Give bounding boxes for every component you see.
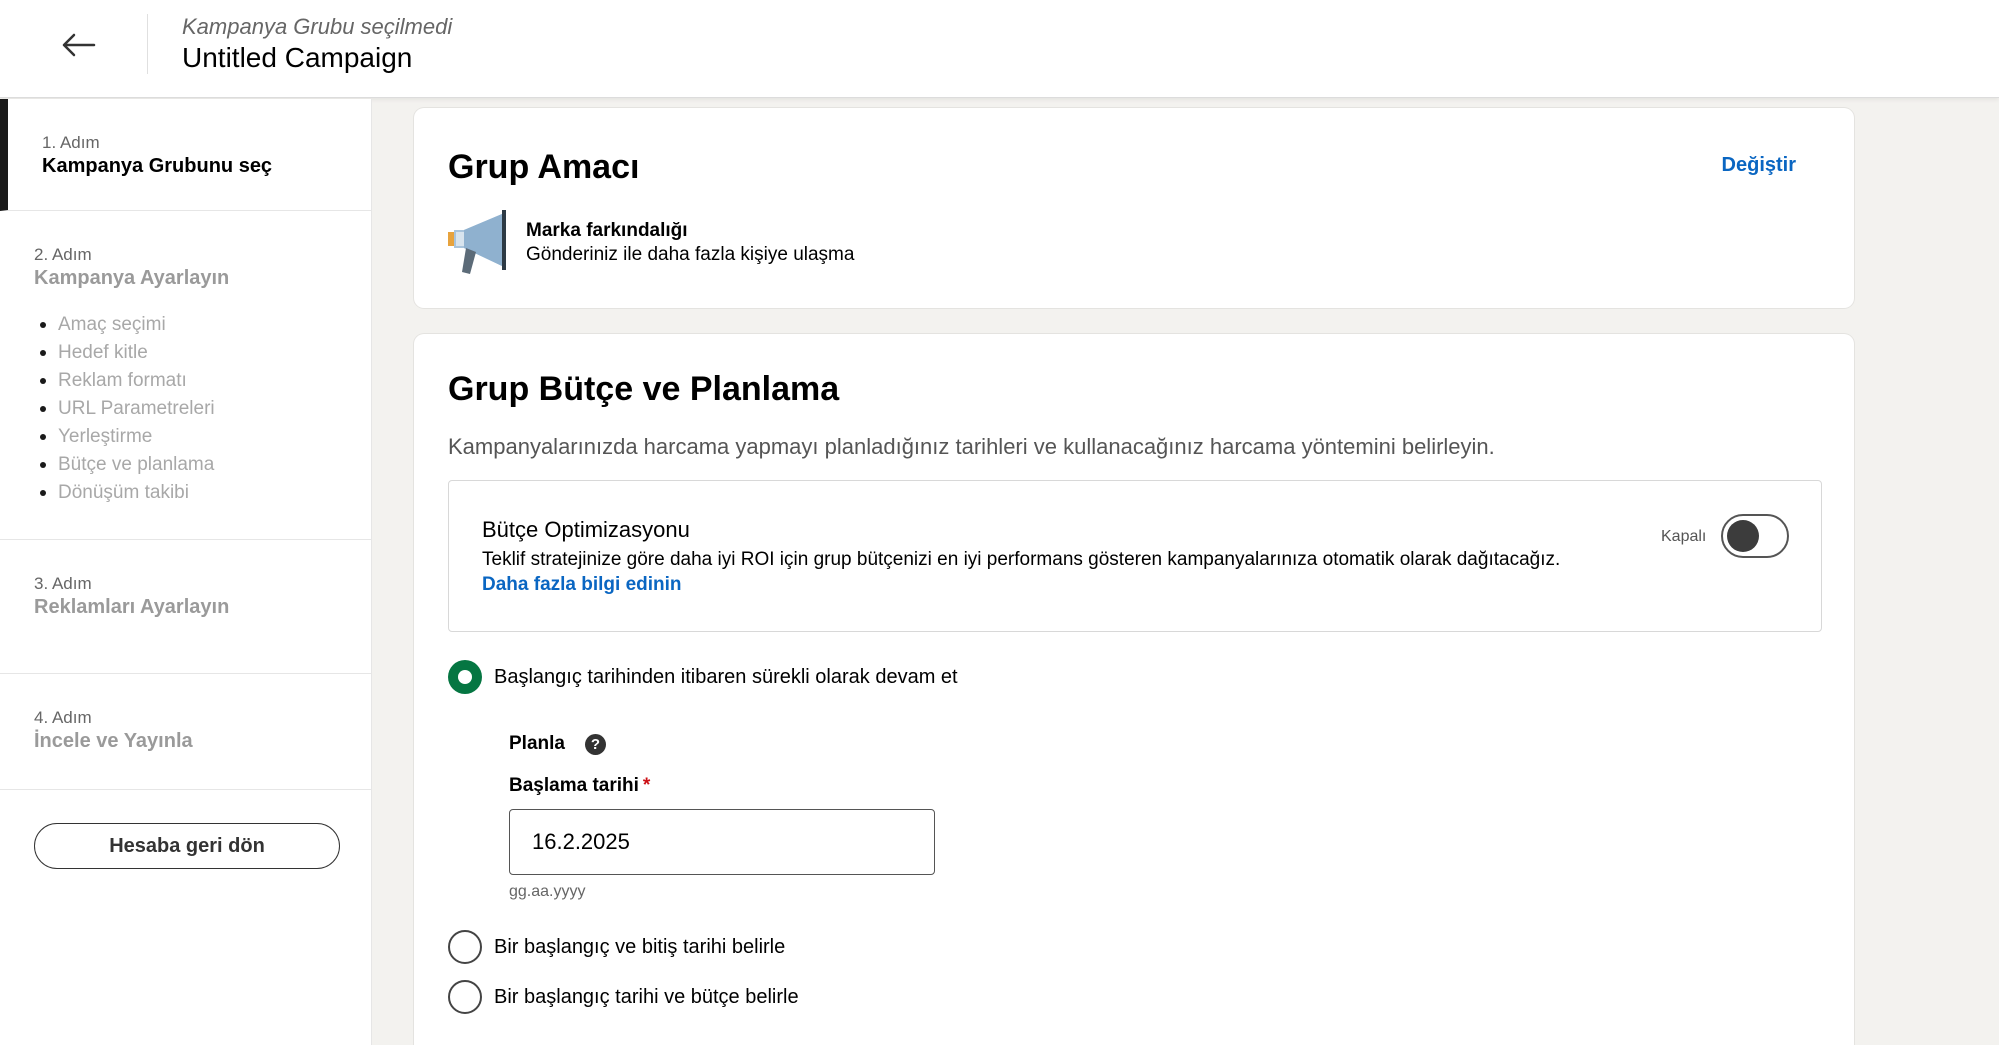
radio-button-selected[interactable]: [448, 660, 482, 694]
campaign-group-subtitle: Kampanya Grubu seçilmedi: [182, 14, 453, 39]
bullet-icon: [40, 378, 46, 384]
toggle-state-label: Kapalı: [1661, 528, 1707, 545]
step-number: 2. Adım: [34, 245, 92, 264]
substep-budget: Bütçe ve planlama: [34, 451, 215, 479]
radio-button[interactable]: [448, 930, 482, 964]
bullet-icon: [40, 322, 46, 328]
bullet-icon: [40, 350, 46, 356]
substep-ad-format: Reklam formatı: [34, 367, 215, 395]
date-format-hint: gg.aa.yyyy: [509, 883, 586, 900]
objective-name: Marka farkındalığı: [526, 220, 688, 241]
learn-more-link[interactable]: Daha fazla bilgi edinin: [482, 574, 682, 596]
step-title: İncele ve Yayınla: [34, 730, 193, 752]
budget-scheduling-card: Grup Bütçe ve Planlama Kampanyalarınızda…: [414, 334, 1854, 1045]
substep-conversion: Dönüşüm takibi: [34, 479, 215, 507]
sidebar-step-1[interactable]: 1. Adım Kampanya Grubunu seç: [0, 99, 372, 211]
megaphone-icon: [446, 208, 514, 276]
step-title: Reklamları Ayarlayın: [34, 596, 230, 618]
step-number: 1. Adım: [42, 133, 100, 152]
step-number: 3. Adım: [34, 574, 92, 593]
sidebar-step-2: 2. Adım Kampanya Ayarlayın Amaç seçimi H…: [0, 211, 372, 540]
radio-label: Başlangıç tarihinden itibaren sürekli ol…: [494, 665, 958, 688]
campaign-title: Untitled Campaign: [182, 42, 413, 73]
substep-audience: Hedef kitle: [34, 339, 215, 367]
step-number: 4. Adım: [34, 708, 92, 727]
radio-label: Bir başlangıç ve bitiş tarihi belirle: [494, 935, 786, 958]
budget-optimization-box: Bütçe Optimizasyonu Teklif stratejinize …: [448, 480, 1822, 632]
help-icon[interactable]: ?: [584, 733, 606, 755]
optimization-description: Teklif stratejinize göre daha iyi ROI iç…: [482, 549, 1561, 570]
bullet-icon: [40, 462, 46, 468]
substep-url-params: URL Parametreleri: [34, 395, 215, 423]
radio-continuous[interactable]: Başlangıç tarihinden itibaren sürekli ol…: [448, 660, 958, 694]
card-description: Kampanyalarınızda harcama yapmayı planla…: [448, 434, 1495, 459]
step-title: Kampanya Grubunu seç: [42, 155, 273, 177]
radio-start-end-date[interactable]: Bir başlangıç ve bitiş tarihi belirle: [448, 930, 785, 964]
start-date-input[interactable]: [509, 809, 935, 875]
required-mark: *: [642, 775, 651, 796]
card-title: Grup Bütçe ve Planlama: [448, 370, 840, 408]
radio-button[interactable]: [448, 980, 482, 1014]
schedule-label: Planla ?: [509, 733, 606, 755]
back-to-account-button[interactable]: Hesaba geri dön: [34, 823, 340, 869]
optimization-toggle[interactable]: [1721, 514, 1789, 558]
radio-start-date-budget[interactable]: Bir başlangıç tarihi ve bütçe belirle: [448, 980, 799, 1014]
card-title: Grup Amacı: [448, 148, 640, 186]
group-objective-card: Grup Amacı Değiştir Marka farkındalığı G…: [414, 108, 1854, 308]
sidebar-step-4: 4. Adım İncele ve Yayınla: [0, 674, 372, 790]
header-divider: [147, 14, 148, 74]
substep-list: Amaç seçimi Hedef kitle Reklam formatı U…: [34, 311, 215, 507]
start-date-label: Başlama tarihi *: [509, 775, 651, 796]
radio-label: Bir başlangıç tarihi ve bütçe belirle: [494, 985, 799, 1008]
substep-objective: Amaç seçimi: [34, 311, 215, 339]
back-arrow-icon[interactable]: [56, 22, 102, 68]
substep-placement: Yerleştirme: [34, 423, 215, 451]
toggle-knob: [1727, 520, 1759, 552]
objective-description: Gönderiniz ile daha fazla kişiye ulaşma: [526, 244, 855, 265]
bullet-icon: [40, 490, 46, 496]
step-title: Kampanya Ayarlayın: [34, 267, 230, 289]
bullet-icon: [40, 434, 46, 440]
sidebar: 1. Adım Kampanya Grubunu seç 2. Adım Kam…: [0, 99, 372, 1045]
change-objective-link[interactable]: Değiştir: [1722, 154, 1796, 177]
bullet-icon: [40, 406, 46, 412]
top-bar: Kampanya Grubu seçilmedi Untitled Campai…: [0, 0, 1999, 98]
sidebar-step-3: 3. Adım Reklamları Ayarlayın: [0, 540, 372, 674]
optimization-title: Bütçe Optimizasyonu: [482, 517, 690, 542]
